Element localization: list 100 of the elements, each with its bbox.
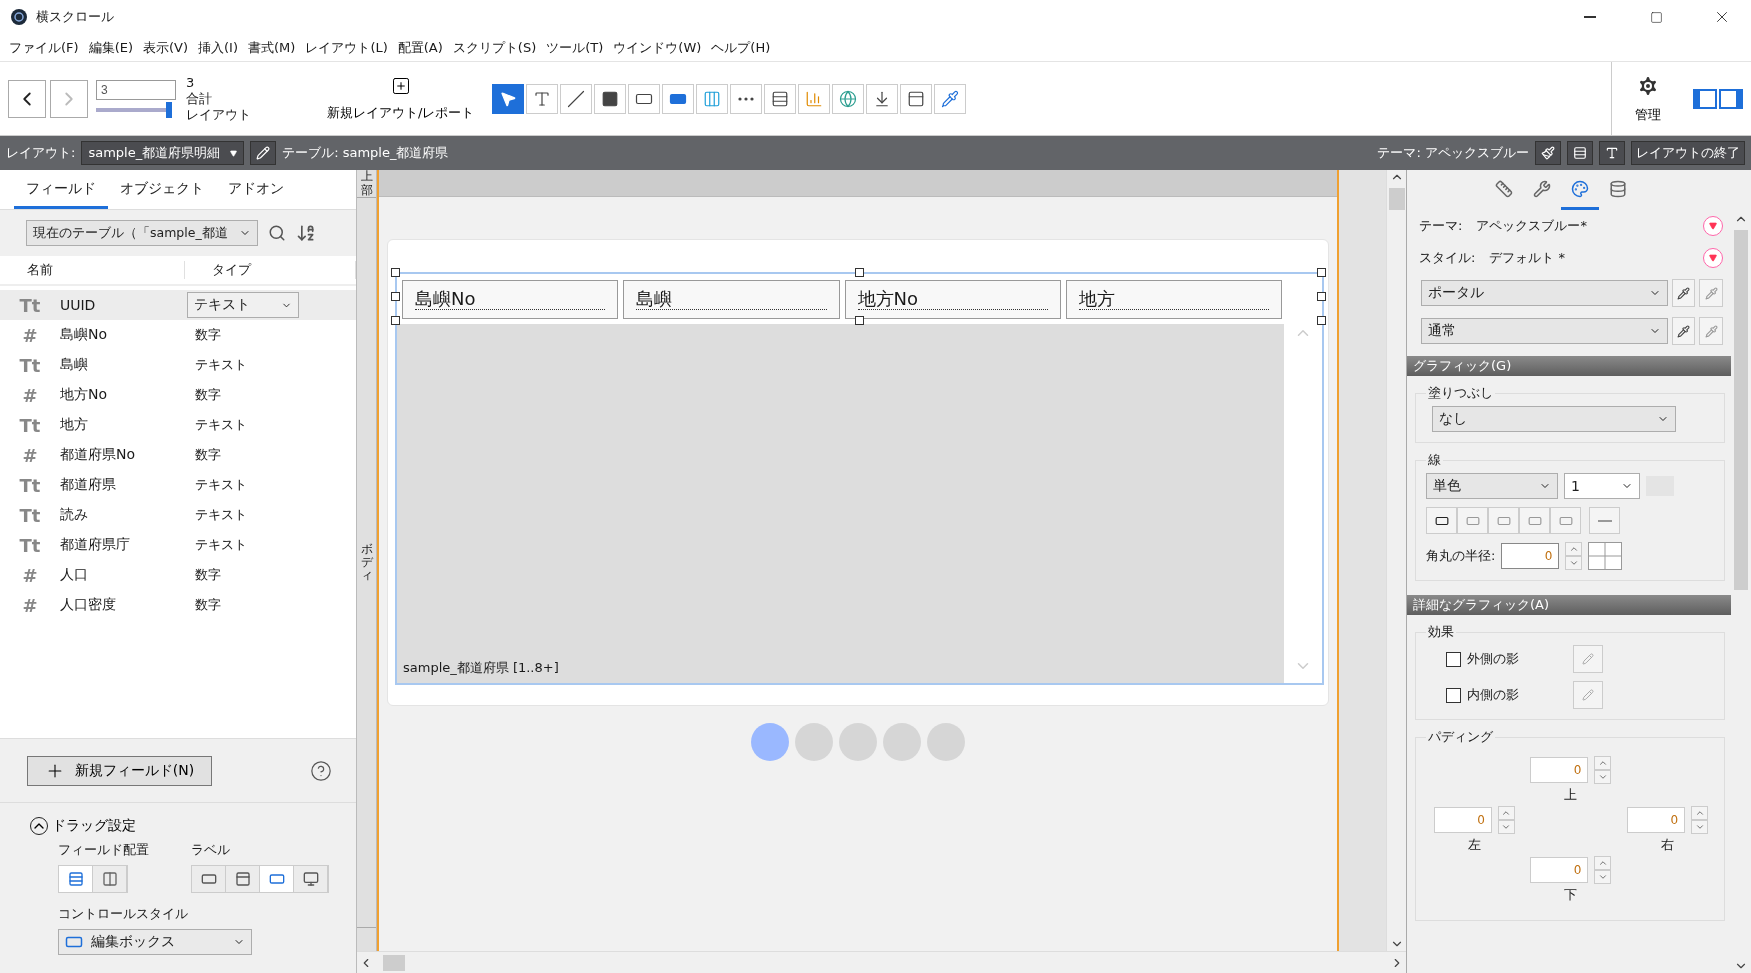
menu-item[interactable]: 挿入(I) <box>193 38 243 57</box>
sort-button[interactable] <box>296 223 316 243</box>
checkbox[interactable] <box>1446 687 1461 703</box>
selection-handle[interactable] <box>854 268 864 277</box>
drag-settings-toggle[interactable]: ドラッグ設定 <box>30 817 356 835</box>
menu-item[interactable]: 書式(M) <box>243 38 301 57</box>
search-button[interactable] <box>268 224 286 242</box>
menu-item[interactable]: レイアウト(L) <box>300 38 393 57</box>
label-top-icon <box>234 871 251 887</box>
page-dot[interactable] <box>927 723 965 761</box>
field-row[interactable]: Tt 都道府県 テキスト <box>0 470 356 500</box>
manage-button[interactable]: 管理 <box>1611 61 1683 136</box>
field-row[interactable]: Tt 都道府県庁 テキスト <box>0 530 356 560</box>
eyedropper-button[interactable] <box>1671 279 1696 307</box>
edit-button[interactable] <box>250 141 277 165</box>
placement-option[interactable] <box>93 866 127 892</box>
font-button[interactable] <box>1599 141 1625 165</box>
page-dot[interactable] <box>883 723 921 761</box>
field-type-icon: # <box>0 324 60 346</box>
right-pane-icon[interactable] <box>1719 88 1743 109</box>
field-row[interactable]: Tt 島嶼 テキスト <box>0 350 356 380</box>
label-option[interactable] <box>260 866 294 892</box>
label-option[interactable] <box>294 866 328 892</box>
new-field-button[interactable]: 新規フィールド(N) <box>27 755 212 786</box>
section-header[interactable]: 詳細なグラフィック(A) <box>1407 595 1731 615</box>
field-type: 数字 <box>194 596 222 614</box>
menu-item[interactable]: ウインドウ(W) <box>608 38 707 57</box>
section-header[interactable]: グラフィック(G) <box>1407 356 1731 376</box>
left-pane-icon[interactable] <box>1693 88 1717 109</box>
portal-field[interactable]: 島嶼No <box>402 280 619 319</box>
exit-layout-button[interactable]: レイアウトの終了 <box>1631 141 1745 165</box>
palette-icon <box>1571 179 1589 198</box>
back-button[interactable] <box>8 79 46 118</box>
selection-handle[interactable] <box>1317 292 1326 301</box>
border-side-button[interactable] <box>1426 507 1457 534</box>
selection-handle[interactable] <box>391 316 400 325</box>
page-dot[interactable] <box>751 723 789 761</box>
type-select[interactable]: テキスト <box>187 292 299 318</box>
corner-radius-field[interactable]: 0 <box>1501 543 1560 569</box>
portal-field[interactable]: 地方 <box>1065 280 1282 319</box>
menu-item[interactable]: ヘルプ(H) <box>706 38 776 57</box>
fill-select[interactable]: なし <box>1432 406 1676 432</box>
field-row[interactable]: # 都道府県No 数字 <box>0 440 356 470</box>
padding-field[interactable]: 0 <box>1627 807 1686 833</box>
field-row[interactable]: Tt 地方 テキスト <box>0 410 356 440</box>
selection-handle[interactable] <box>854 316 864 325</box>
portal-field[interactable]: 島嶼 <box>623 280 840 319</box>
control-style-select[interactable]: 編集ボックス <box>58 929 252 955</box>
border-middle-button[interactable] <box>1589 507 1620 534</box>
padding-label: パディング <box>1427 728 1494 746</box>
field-row[interactable]: # 地方No 数字 <box>0 380 356 410</box>
record-field[interactable]: 3 <box>96 79 176 100</box>
revert-button[interactable] <box>1703 216 1723 236</box>
field-row[interactable]: Tt 読み テキスト <box>0 500 356 530</box>
selection-handle[interactable] <box>1317 268 1326 277</box>
part-label[interactable]: ボディ <box>357 198 376 928</box>
line-style-select[interactable]: 単色 <box>1426 473 1558 499</box>
theme-button[interactable] <box>1535 141 1561 165</box>
field-row[interactable]: # 人口 数字 <box>0 560 356 590</box>
grid-button[interactable] <box>1567 141 1593 165</box>
forward-button[interactable] <box>50 79 88 118</box>
menu-item[interactable]: 配置(A) <box>392 38 448 57</box>
object-select[interactable]: ポータル <box>1421 280 1668 306</box>
field-row[interactable]: Tt UUID テキスト <box>0 290 356 320</box>
field-row[interactable]: # 人口密度 数字 <box>0 590 356 620</box>
padding-field[interactable]: 0 <box>1530 757 1589 783</box>
tool-button[interactable] <box>492 83 525 114</box>
label-option[interactable] <box>192 866 226 892</box>
revert-button[interactable] <box>1703 248 1723 268</box>
table-select[interactable]: 現在のテーブル（「sample_都道 <box>26 220 258 246</box>
new-layout-button[interactable]: 新規レイアウト/レポート <box>321 74 481 123</box>
part-label[interactable]: 上部 <box>357 170 376 198</box>
layout-select[interactable]: sample_都道府県明細 <box>81 141 245 165</box>
selection-handle[interactable] <box>391 292 400 301</box>
page-dot[interactable] <box>795 723 833 761</box>
column-header[interactable]: タイプ <box>185 261 356 279</box>
padding-label: 左 <box>1467 836 1481 854</box>
column-header[interactable]: 名前 <box>0 261 185 279</box>
menu-item[interactable]: 編集(E) <box>83 38 138 57</box>
padding-field[interactable]: 0 <box>1530 857 1589 883</box>
placement-option[interactable] <box>59 866 93 892</box>
help-button[interactable] <box>310 759 332 782</box>
page-dot[interactable] <box>839 723 877 761</box>
line-width-select[interactable]: 1 <box>1564 473 1640 499</box>
field-row[interactable]: # 島嶼No 数字 <box>0 320 356 350</box>
panel-tab[interactable]: アドオン <box>216 171 296 209</box>
label-option[interactable] <box>226 866 260 892</box>
corner-grid-icon[interactable] <box>1588 542 1623 570</box>
panel-tab[interactable]: オブジェクト <box>108 171 216 209</box>
menu-item[interactable]: ツール(T) <box>541 38 609 57</box>
menu-item[interactable]: ファイル(F) <box>4 38 84 57</box>
portal-field[interactable]: 地方No <box>844 280 1061 319</box>
menu-item[interactable]: スクリプト(S) <box>447 38 542 57</box>
selection-handle[interactable] <box>391 268 400 277</box>
state-select[interactable]: 通常 <box>1421 318 1668 344</box>
padding-field[interactable]: 0 <box>1433 807 1492 833</box>
selection-handle[interactable] <box>1317 316 1326 325</box>
checkbox[interactable] <box>1446 651 1461 667</box>
menu-item[interactable]: 表示(V) <box>138 38 194 57</box>
eyedropper-button[interactable] <box>1671 317 1696 345</box>
